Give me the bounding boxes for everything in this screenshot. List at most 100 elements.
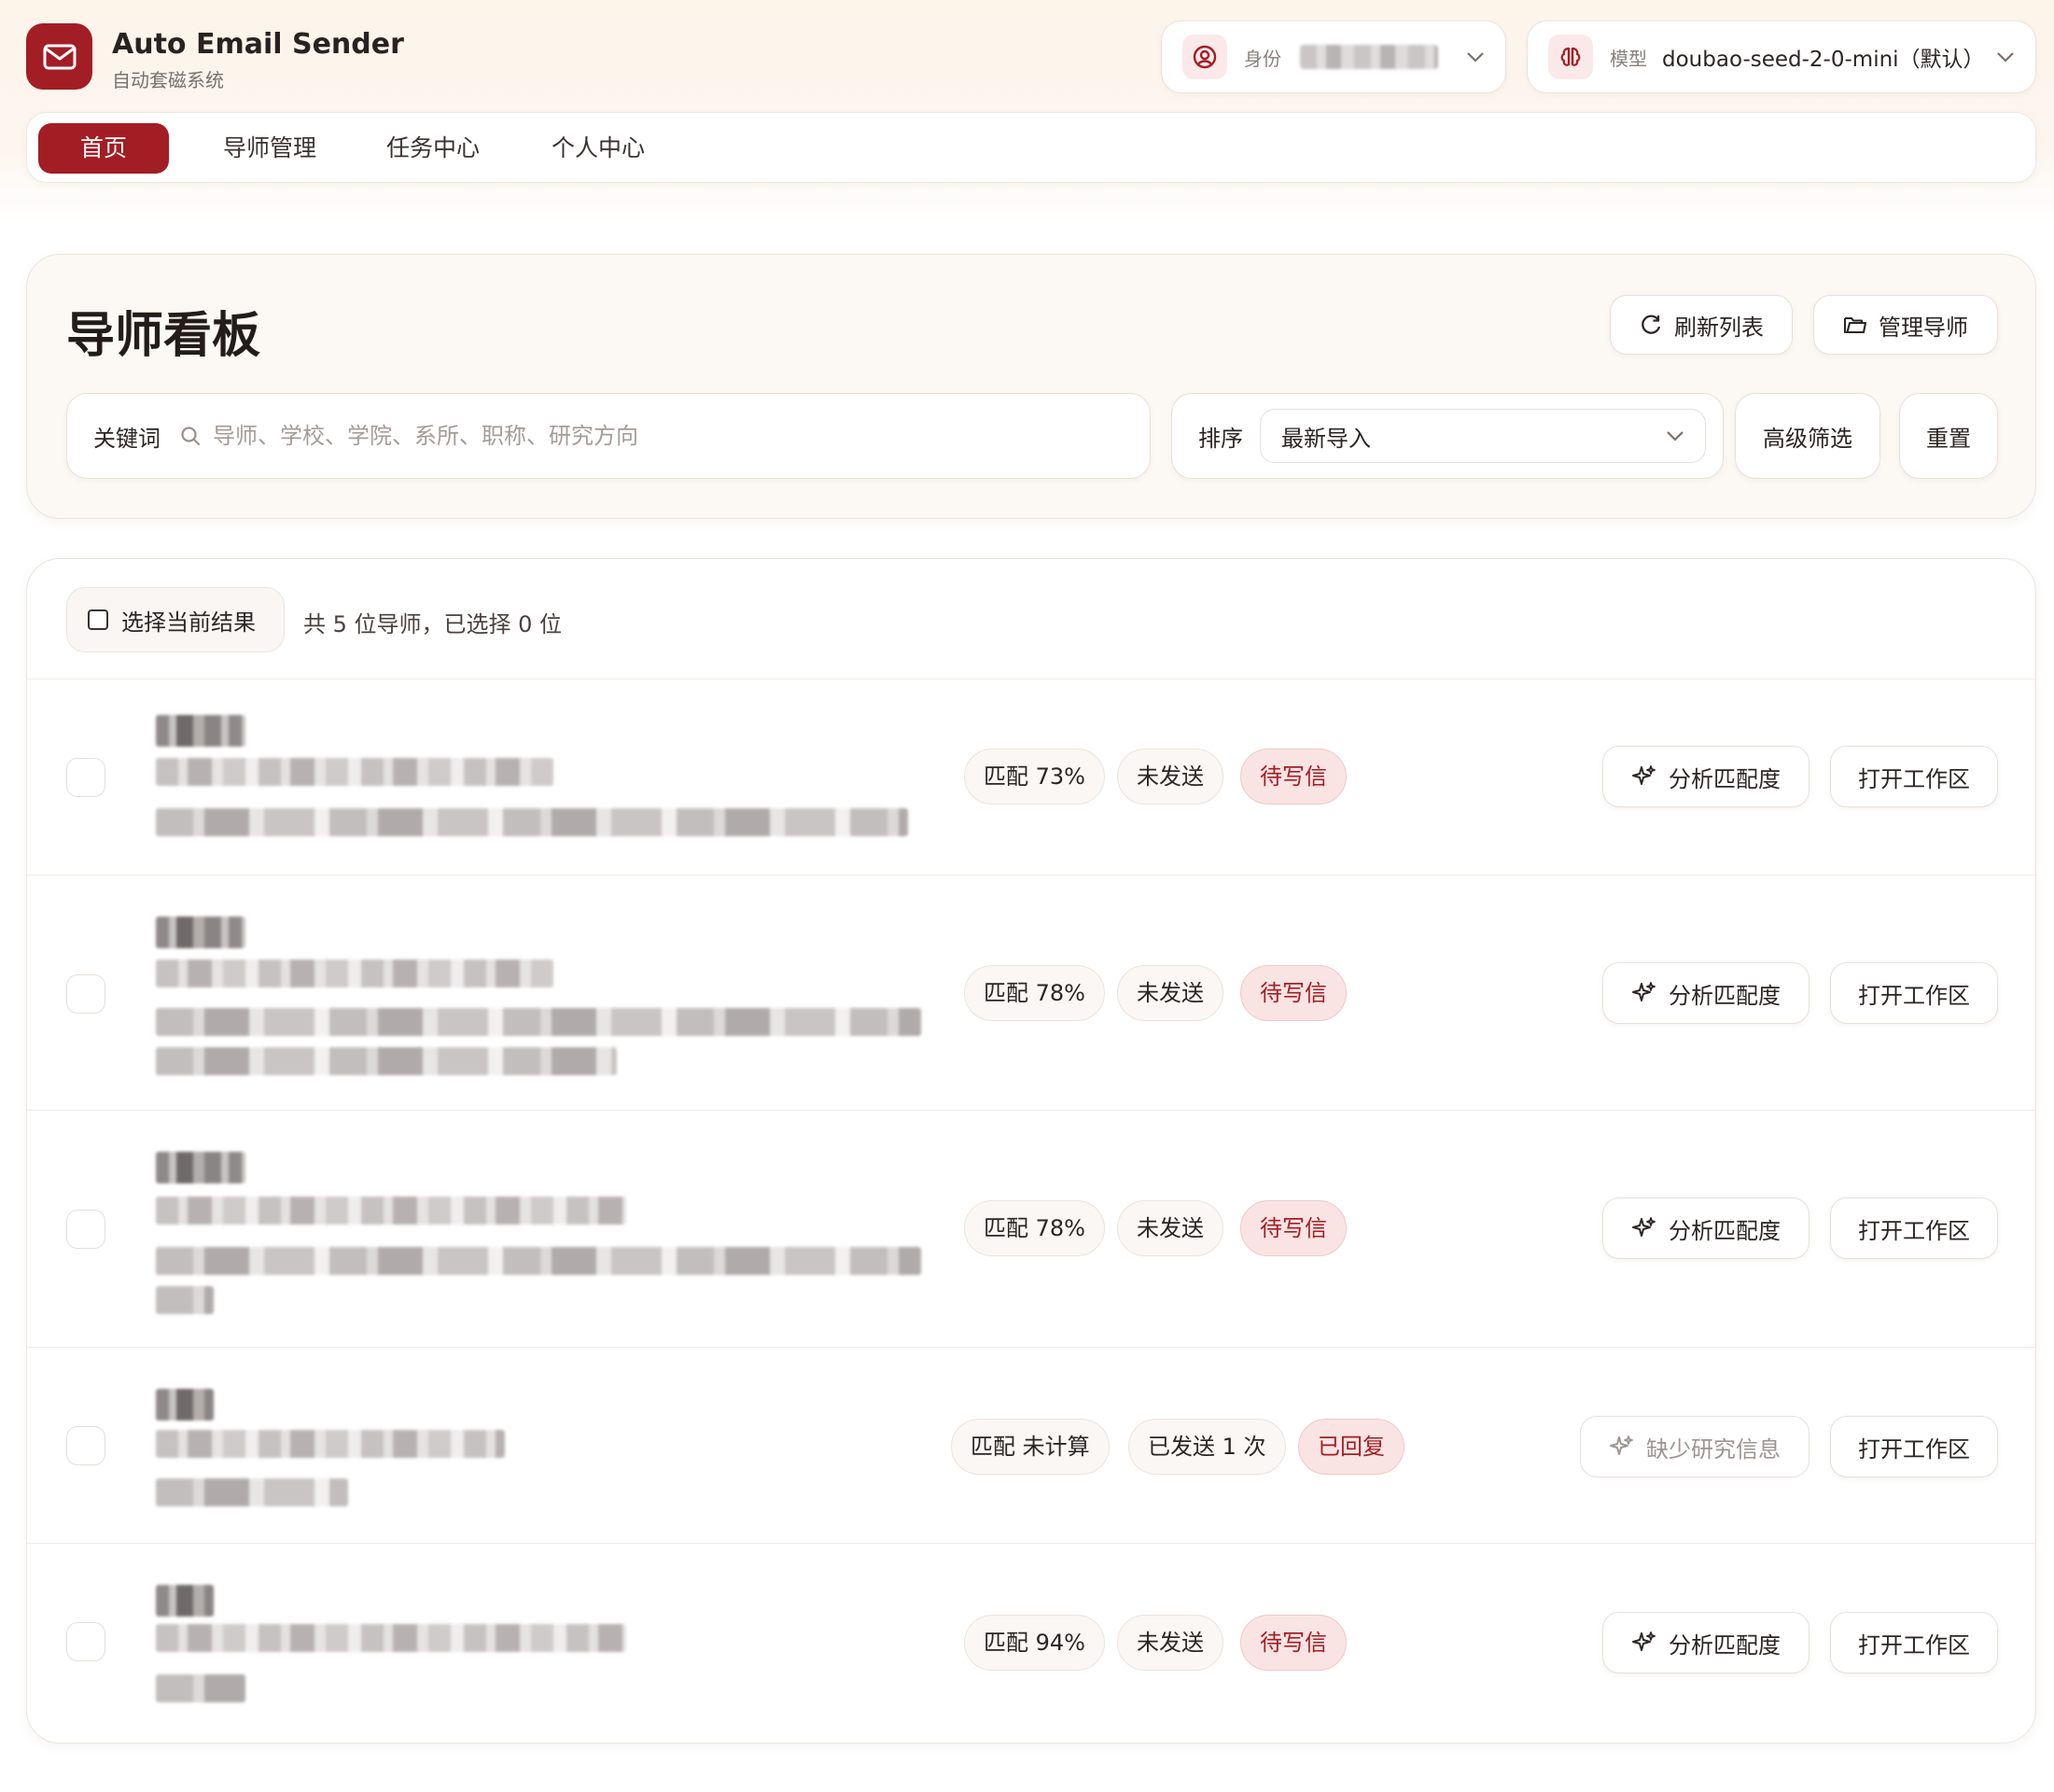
missing-research-info-label: 缺少研究信息 bbox=[1646, 1435, 1781, 1463]
advisor-row: 匹配 78% 未发送 待写信 分析匹配度 打开工作区 bbox=[27, 875, 2035, 1110]
reset-button[interactable]: 重置 bbox=[1899, 393, 1998, 479]
advisor-research-redacted bbox=[156, 1286, 214, 1314]
sort-select[interactable]: 最新导入 bbox=[1260, 409, 1706, 463]
open-workspace-button[interactable]: 打开工作区 bbox=[1830, 962, 1998, 1024]
reply-status-badge: 待写信 bbox=[1240, 965, 1347, 1021]
row-checkbox[interactable] bbox=[66, 1622, 105, 1661]
analyze-match-label: 分析匹配度 bbox=[1669, 982, 1781, 1009]
sort-label: 排序 bbox=[1198, 425, 1243, 452]
advisor-name-redacted bbox=[156, 917, 245, 948]
open-workspace-button[interactable]: 打开工作区 bbox=[1830, 746, 1998, 807]
open-workspace-button[interactable]: 打开工作区 bbox=[1830, 1416, 1998, 1477]
chevron-down-icon bbox=[1466, 51, 1485, 63]
advisor-research-redacted bbox=[156, 808, 908, 836]
analyze-match-button[interactable]: 分析匹配度 bbox=[1602, 1612, 1809, 1673]
analyze-match-button[interactable]: 分析匹配度 bbox=[1602, 962, 1809, 1024]
main-nav: 首页 导师管理 任务中心 个人中心 bbox=[26, 112, 2036, 183]
nav-item-home[interactable]: 首页 bbox=[38, 123, 169, 174]
advisor-affiliation-redacted bbox=[156, 959, 553, 987]
model-label: 模型 bbox=[1610, 47, 1647, 70]
sparkle-icon bbox=[1609, 1434, 1635, 1460]
page-title: 导师看板 bbox=[66, 308, 261, 364]
advisor-affiliation-redacted bbox=[156, 1624, 626, 1652]
reply-status-badge: 已回复 bbox=[1298, 1419, 1404, 1475]
row-checkbox[interactable] bbox=[66, 1210, 105, 1249]
keyword-search: 关键词 bbox=[66, 393, 1151, 479]
select-all-label: 选择当前结果 bbox=[121, 609, 256, 636]
sparkle-icon bbox=[1631, 763, 1657, 790]
row-checkbox[interactable] bbox=[66, 758, 105, 797]
advisor-row: 匹配 未计算 已发送 1 次 已回复 缺少研究信息 打开工作区 bbox=[27, 1347, 2035, 1543]
app-title: Auto Email Sender bbox=[112, 28, 404, 61]
advisor-research-redacted bbox=[156, 1478, 348, 1506]
send-status-badge: 未发送 bbox=[1117, 749, 1223, 805]
reply-status-badge: 待写信 bbox=[1240, 1200, 1347, 1256]
open-workspace-button[interactable]: 打开工作区 bbox=[1830, 1612, 1998, 1673]
match-badge: 匹配 94% bbox=[964, 1615, 1105, 1671]
send-status-badge: 已发送 1 次 bbox=[1128, 1419, 1286, 1475]
chevron-down-icon bbox=[1666, 430, 1684, 441]
analyze-match-label: 分析匹配度 bbox=[1669, 765, 1781, 792]
match-badge: 匹配 73% bbox=[964, 749, 1105, 805]
advisor-name-redacted bbox=[156, 1585, 214, 1617]
advisor-affiliation-redacted bbox=[156, 1430, 505, 1458]
missing-research-info-button[interactable]: 缺少研究信息 bbox=[1580, 1416, 1809, 1477]
advisor-board-panel: 导师看板 刷新列表 管理导师 关键词 排序 最新导入 高级筛选 重置 bbox=[26, 254, 2036, 519]
model-value: doubao-seed-2-0-mini（默认） bbox=[1662, 48, 1985, 72]
advisor-name-redacted bbox=[156, 1152, 245, 1183]
mail-logo-icon bbox=[26, 23, 92, 90]
checkbox-icon bbox=[88, 609, 108, 630]
model-select[interactable]: 模型 doubao-seed-2-0-mini（默认） bbox=[1527, 21, 2036, 93]
sparkle-icon bbox=[1631, 980, 1657, 1006]
refresh-list-button[interactable]: 刷新列表 bbox=[1610, 295, 1793, 355]
reply-status-badge: 待写信 bbox=[1240, 1615, 1347, 1671]
search-input[interactable] bbox=[213, 423, 1053, 449]
advisor-row: 匹配 94% 未发送 待写信 分析匹配度 打开工作区 bbox=[27, 1543, 2035, 1743]
sparkle-icon bbox=[1631, 1630, 1657, 1656]
select-all-button[interactable]: 选择当前结果 bbox=[66, 587, 285, 652]
advisor-name-redacted bbox=[156, 715, 245, 747]
identity-label: 身份 bbox=[1244, 47, 1281, 70]
user-circle-icon bbox=[1182, 35, 1227, 79]
result-count: 共 5 位导师，已选择 0 位 bbox=[303, 611, 563, 637]
search-icon bbox=[179, 425, 202, 447]
sort-selected-value: 最新导入 bbox=[1281, 425, 1371, 452]
advisor-research-redacted bbox=[156, 1247, 921, 1275]
refresh-icon bbox=[1639, 313, 1663, 337]
reply-status-badge: 待写信 bbox=[1240, 749, 1347, 805]
manage-advisors-button[interactable]: 管理导师 bbox=[1813, 295, 1998, 355]
app-subtitle: 自动套磁系统 bbox=[112, 69, 224, 91]
row-checkbox[interactable] bbox=[66, 1426, 105, 1465]
send-status-badge: 未发送 bbox=[1117, 1615, 1223, 1671]
open-workspace-button[interactable]: 打开工作区 bbox=[1830, 1197, 1998, 1259]
match-badge: 匹配 78% bbox=[964, 1200, 1105, 1256]
folder-icon bbox=[1843, 314, 1867, 336]
advanced-filter-button[interactable]: 高级筛选 bbox=[1735, 393, 1880, 479]
advisor-row: 匹配 73% 未发送 待写信 分析匹配度 打开工作区 bbox=[27, 679, 2035, 875]
analyze-match-button[interactable]: 分析匹配度 bbox=[1602, 746, 1809, 807]
advisor-list-panel: 选择当前结果 共 5 位导师，已选择 0 位 匹配 73% 未发送 待写信 分析… bbox=[26, 558, 2036, 1743]
advisor-research-redacted bbox=[156, 1008, 921, 1036]
sort-control: 排序 最新导入 bbox=[1171, 393, 1724, 479]
manage-advisors-label: 管理导师 bbox=[1879, 314, 1968, 341]
row-checkbox[interactable] bbox=[66, 974, 105, 1014]
analyze-match-button[interactable]: 分析匹配度 bbox=[1602, 1197, 1809, 1259]
brain-icon bbox=[1548, 35, 1593, 79]
sparkle-icon bbox=[1631, 1215, 1657, 1241]
advisor-research-redacted bbox=[156, 1047, 617, 1075]
refresh-list-label: 刷新列表 bbox=[1674, 314, 1764, 341]
keyword-label: 关键词 bbox=[93, 425, 161, 452]
advisor-research-redacted bbox=[156, 1674, 245, 1702]
send-status-badge: 未发送 bbox=[1117, 1200, 1223, 1256]
nav-item-profile[interactable]: 个人中心 bbox=[524, 123, 673, 174]
advisor-row: 匹配 78% 未发送 待写信 分析匹配度 打开工作区 bbox=[27, 1110, 2035, 1347]
match-badge: 匹配 未计算 bbox=[951, 1419, 1110, 1475]
nav-item-task-center[interactable]: 任务中心 bbox=[358, 123, 508, 174]
analyze-match-label: 分析匹配度 bbox=[1669, 1631, 1781, 1659]
nav-item-advisor-management[interactable]: 导师管理 bbox=[195, 123, 344, 174]
advisor-affiliation-redacted bbox=[156, 758, 553, 786]
chevron-down-icon bbox=[1996, 51, 2015, 63]
analyze-match-label: 分析匹配度 bbox=[1669, 1217, 1781, 1244]
identity-select[interactable]: 身份 bbox=[1161, 21, 1506, 93]
advisor-affiliation-redacted bbox=[156, 1197, 626, 1225]
